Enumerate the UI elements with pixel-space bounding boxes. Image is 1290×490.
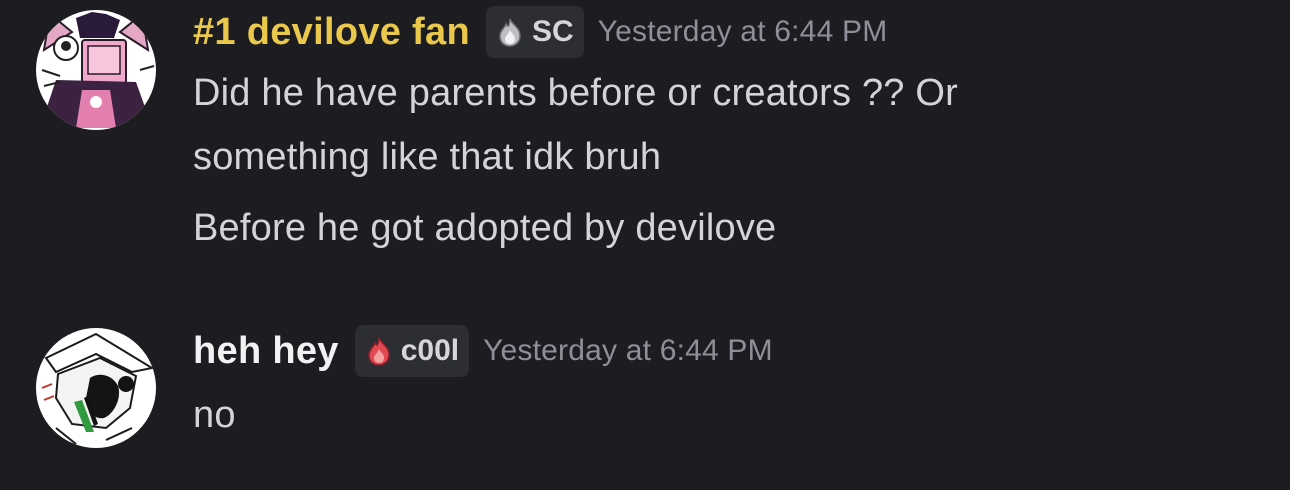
user-avatar[interactable] xyxy=(36,10,156,130)
username[interactable]: #1 devilove fan xyxy=(193,11,470,54)
server-tag-label: c00l xyxy=(400,334,460,367)
red-flame-icon xyxy=(363,335,395,367)
message-group: #1 devilove fan SC Yesterday at 6:44 PM … xyxy=(0,0,1290,280)
message-header: #1 devilove fan SC Yesterday at 6:44 PM xyxy=(193,6,887,58)
message-text: something like that idk bruh xyxy=(193,136,662,178)
message-text: Before he got adopted by devilove xyxy=(193,207,777,249)
message-text: no xyxy=(193,394,236,436)
message-header: heh hey c00l Yesterday at 6:44 PM xyxy=(193,324,773,378)
timestamp[interactable]: Yesterday at 6:44 PM xyxy=(598,15,888,49)
username[interactable]: heh hey xyxy=(193,330,339,373)
server-tag-label: SC xyxy=(531,15,574,48)
user-avatar[interactable] xyxy=(36,328,156,448)
message-text: Did he have parents before or creators ?… xyxy=(193,72,958,114)
server-tag[interactable]: SC xyxy=(485,6,584,58)
server-tag[interactable]: c00l xyxy=(354,325,470,377)
timestamp[interactable]: Yesterday at 6:44 PM xyxy=(483,334,773,368)
silver-flame-icon xyxy=(494,16,526,48)
message-group: heh hey c00l Yesterday at 6:44 PM no xyxy=(0,300,1290,490)
